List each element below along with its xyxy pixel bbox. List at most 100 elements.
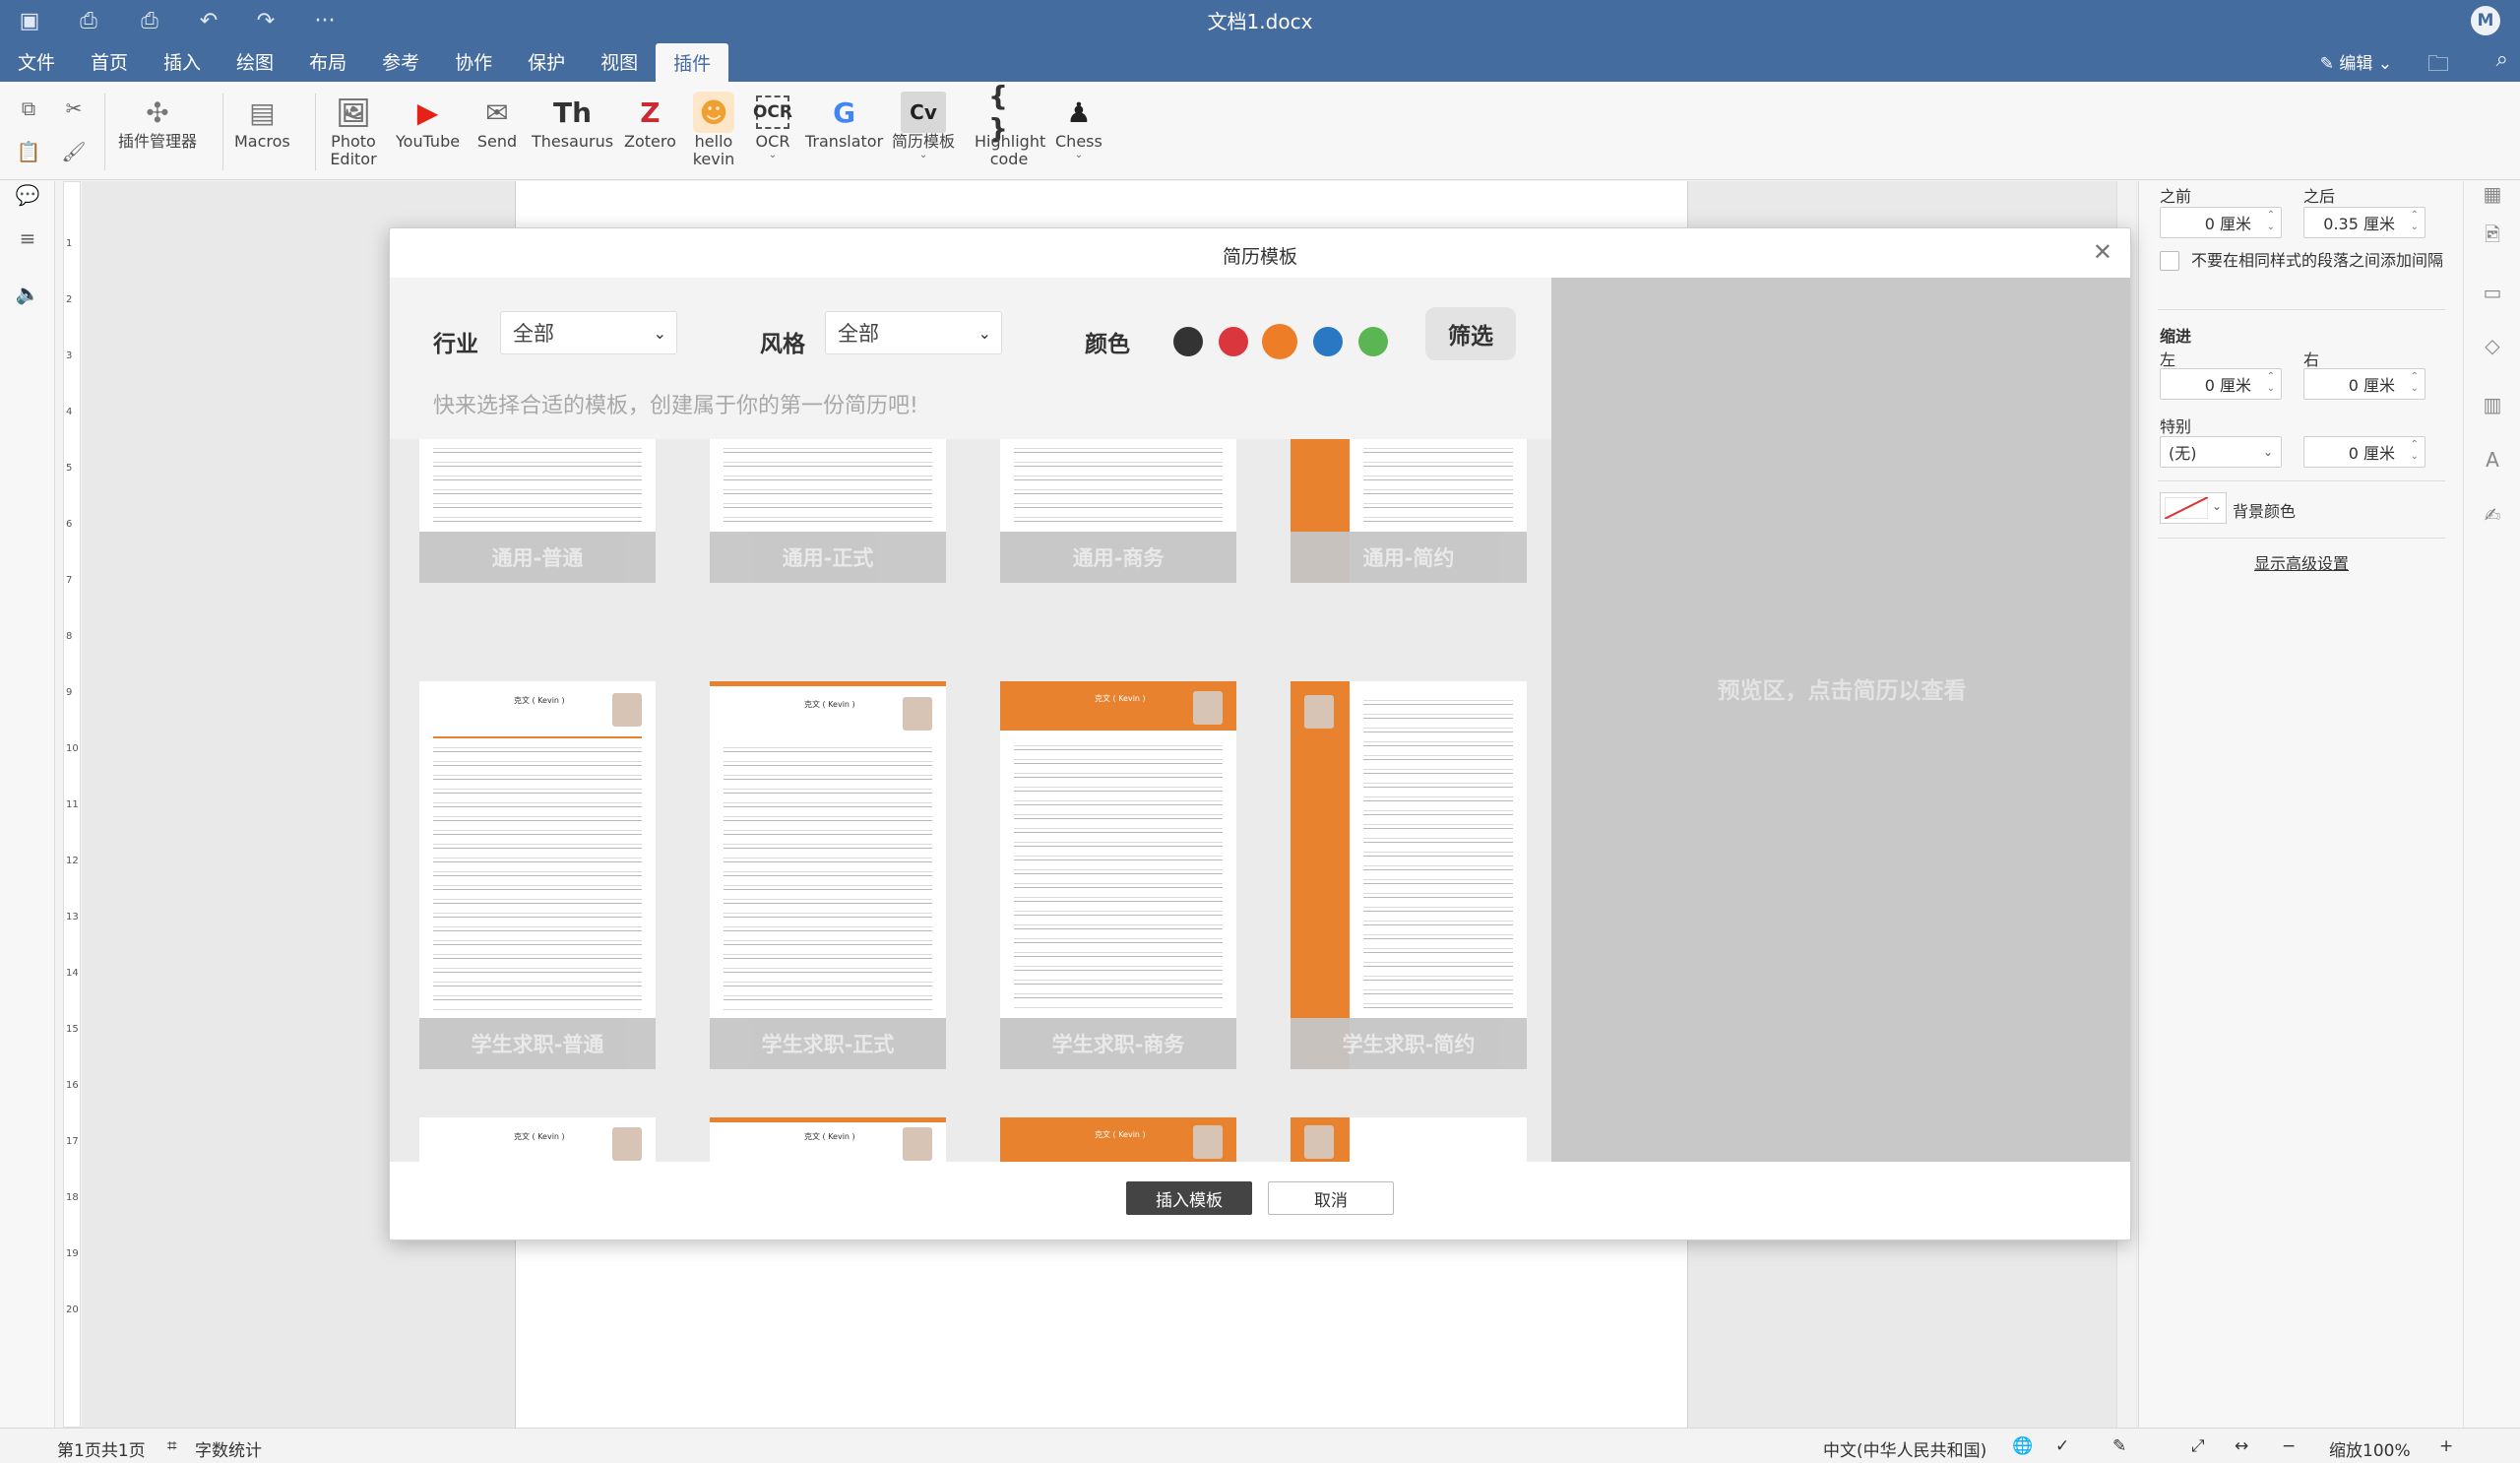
cancel-button[interactable]: 取消 [1268,1181,1394,1215]
chess-button[interactable]: ♟ Chess ⌄ [1055,92,1102,160]
track-changes-icon[interactable]: ✎ [2112,1436,2126,1456]
background-color-label: 背景颜色 [2233,502,2297,521]
chess-label: Chess [1055,132,1102,151]
ribbon-divider [222,94,223,170]
page-indicator[interactable]: 第1页共1页 [57,1436,146,1461]
shape-icon[interactable]: ◇ [2480,333,2505,358]
signature-icon[interactable]: ✍ [2480,502,2505,528]
menu-draw[interactable]: 绘图 [219,41,291,82]
panel-divider [2158,480,2445,481]
menu-view[interactable]: 视图 [583,41,656,82]
zoom-in-icon[interactable]: + [2439,1436,2453,1456]
spacing-after-input[interactable]: 0.35 厘米 [2303,207,2426,238]
zoom-out-icon[interactable]: − [2282,1436,2296,1456]
translator-button[interactable]: G Translator [805,92,883,151]
template-card[interactable]: 通用-商务 [1000,439,1236,583]
resume-template-button[interactable]: Cv 简历模板 ⌄ [892,92,955,160]
fit-width-icon[interactable]: ↔ [2235,1436,2248,1456]
indent-label: 缩进 [2160,327,2192,346]
search-icon[interactable]: ⌕ [2496,47,2508,72]
ruler-tick: 20 [66,1304,79,1315]
menu-collaborate[interactable]: 协作 [437,41,510,82]
cut-icon[interactable]: ✂ [57,92,91,125]
insert-template-button[interactable]: 插入模板 [1126,1181,1252,1215]
special-indent-amount-input[interactable]: 0 厘米 [2303,436,2426,468]
paste-icon[interactable]: 📋 [12,135,45,168]
menu-references[interactable]: 参考 [364,41,437,82]
special-indent-select[interactable]: (无) ⌄ [2160,436,2282,468]
template-caption: 学生求职-商务 [1000,1018,1236,1069]
ocr-button[interactable]: OCR OCR ⌄ [752,92,793,160]
style-select[interactable]: 全部 ⌄ [825,311,1002,354]
copy-icon[interactable]: ⧉ [12,92,45,125]
background-color-picker[interactable]: ⌄ [2160,492,2227,524]
menu-home[interactable]: 首页 [73,41,146,82]
template-card[interactable]: 克文 ( Kevin ) [710,1117,946,1162]
menu-protect[interactable]: 保护 [510,41,583,82]
zoom-level[interactable]: 缩放100% [2329,1436,2411,1461]
menu-plugins[interactable]: 插件 [656,43,729,82]
color-swatch-black[interactable] [1173,327,1203,356]
template-card[interactable]: 克文 ( Kevin ) [1000,1117,1236,1162]
menu-file[interactable]: 文件 [0,41,73,82]
photo-editor-button[interactable]: 🖼 Photo Editor [323,92,384,168]
resume-name: 克文 ( Kevin ) [804,700,855,709]
header-footer-icon[interactable]: ▭ [2480,280,2505,305]
hello-kevin-button[interactable]: ☻ hello kevin [689,92,738,168]
plugin-manager-button[interactable]: ✣ 插件管理器 [118,92,197,151]
navigation-icon[interactable]: ≡ [14,224,41,252]
color-swatch-orange[interactable] [1262,324,1297,359]
spacing-before-input[interactable]: 0 厘米 [2160,207,2282,238]
color-swatch-green[interactable] [1358,327,1388,356]
table-icon[interactable]: ▦ [2480,181,2505,207]
send-button[interactable]: ✉ Send [476,92,518,151]
language-selector[interactable]: 中文(中华人民共和国) [1823,1436,1986,1461]
color-swatch-blue[interactable] [1313,327,1343,356]
send-label: Send [476,132,518,151]
indent-right-input[interactable]: 0 厘米 [2303,368,2426,400]
globe-icon[interactable]: 🌐 [2012,1436,2033,1456]
thesaurus-button[interactable]: Th Thesaurus [532,92,613,151]
template-card[interactable]: 克文 ( Kevin ) 学生求职-正式 [710,681,946,1069]
close-icon[interactable]: ✕ [2093,238,2112,266]
special-indent-value: (无) [2169,444,2197,463]
puzzle-icon: ✣ [146,95,169,129]
text-art-icon[interactable]: A [2480,447,2505,473]
zotero-button[interactable]: Z Zotero [624,92,676,151]
folder-icon[interactable]: 🗀 [2427,47,2449,85]
template-card[interactable]: 通用-普通 [419,439,656,583]
resume-photo [1193,691,1223,725]
template-card[interactable]: 通用-正式 [710,439,946,583]
template-card[interactable]: 克文 ( Kevin ) 学生求职-商务 [1000,681,1236,1069]
spacing-before-label: 之前 [2160,187,2192,206]
menu-layout[interactable]: 布局 [291,41,364,82]
resume-thumbnail [1363,695,1513,1010]
template-card[interactable]: 克文 ( Kevin ) 学生求职-普通 [419,681,656,1069]
show-advanced-settings-link[interactable]: 显示高级设置 [2254,550,2349,574]
comment-icon[interactable]: 💬 [14,181,41,209]
chart-icon[interactable]: ▥ [2480,392,2505,417]
ribbon-divider [104,94,105,170]
format-painter-icon[interactable]: 🖌 [57,135,91,168]
template-card[interactable]: 学生求职-简约 [1291,681,1527,1069]
indent-left-input[interactable]: 0 厘米 [2160,368,2282,400]
spellcheck-icon[interactable]: ✓ [2055,1436,2069,1456]
user-avatar[interactable]: M [2471,6,2500,35]
template-card[interactable] [1291,1117,1527,1162]
filter-button[interactable]: 筛选 [1425,307,1516,360]
menu-insert[interactable]: 插入 [146,41,219,82]
macros-button[interactable]: ▤ Macros [234,92,290,151]
edit-mode-dropdown[interactable]: ✎ 编辑 ⌄ [2320,49,2392,74]
speaker-icon[interactable]: 🔈 [14,280,41,307]
highlight-code-button[interactable]: { } Highlight code [975,80,1045,168]
fit-page-icon[interactable]: ⤢ [2191,1436,2205,1456]
template-card[interactable]: 克文 ( Kevin ) [419,1117,656,1162]
no-space-same-style-checkbox[interactable] [2160,251,2179,271]
color-swatch-red[interactable] [1219,327,1248,356]
word-count-button[interactable]: 字数统计 [195,1436,262,1461]
template-card[interactable]: 通用-简约 [1291,439,1527,583]
image-icon[interactable]: 🖻 [2480,223,2505,250]
youtube-label: YouTube [396,132,461,151]
industry-select[interactable]: 全部 ⌄ [500,311,677,354]
youtube-button[interactable]: ▶ YouTube [396,92,460,151]
